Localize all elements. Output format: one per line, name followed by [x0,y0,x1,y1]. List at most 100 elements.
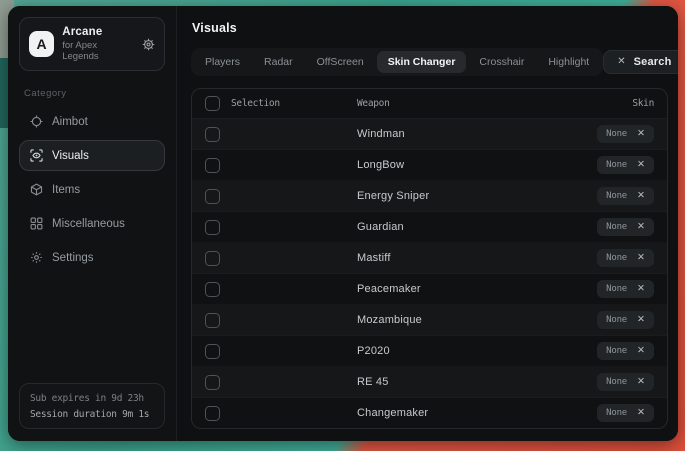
row-checkbox[interactable] [205,251,220,266]
x-icon[interactable]: ✕ [637,315,645,325]
skin-table: Selection Weapon Skin Windman None ✕ Lon… [191,88,668,429]
column-skin: Skin [632,98,654,109]
sidebar-item-visuals[interactable]: Visuals [19,140,165,171]
x-icon[interactable]: ✕ [637,253,645,263]
tab-radar[interactable]: Radar [253,51,304,73]
weapon-name: Changemaker [357,407,597,419]
subscription-card: Sub expires in 9d 23h Session duration 9… [19,383,165,429]
skin-value: None [606,129,627,139]
eye-scan-icon [30,149,43,162]
sidebar-item-label: Miscellaneous [52,218,125,230]
skin-chip[interactable]: None ✕ [597,373,654,391]
row-checkbox[interactable] [205,344,220,359]
weapon-name: LongBow [357,159,597,171]
skin-chip[interactable]: None ✕ [597,280,654,298]
skin-chip[interactable]: None ✕ [597,404,654,422]
tab-players[interactable]: Players [194,51,251,73]
select-all-checkbox[interactable] [205,96,220,111]
row-checkbox[interactable] [205,158,220,173]
skin-chip[interactable]: None ✕ [597,311,654,329]
session-duration-text: Session duration 9m 1s [30,409,154,420]
x-icon[interactable]: ✕ [637,346,645,356]
column-selection: Selection [231,98,280,109]
sidebar: A Arcane for Apex Legends Category [8,6,177,441]
skin-chip[interactable]: None ✕ [597,342,654,360]
row-checkbox[interactable] [205,127,220,142]
sidebar-item-settings[interactable]: Settings [19,242,165,273]
gear-icon [30,251,43,264]
search-button[interactable]: ✕ Search [603,50,678,74]
table-row: Energy Sniper None ✕ [192,181,667,212]
x-icon: ✕ [617,57,625,67]
tab-crosshair[interactable]: Crosshair [468,51,535,73]
skin-chip[interactable]: None ✕ [597,125,654,143]
row-checkbox[interactable] [205,375,220,390]
search-button-label: Search [634,56,672,68]
app-logo: A [29,31,54,57]
weapon-name: Guardian [357,221,597,233]
row-checkbox[interactable] [205,406,220,421]
x-icon[interactable]: ✕ [637,222,645,232]
skin-value: None [606,377,627,387]
table-row: Peacemaker None ✕ [192,274,667,305]
weapon-name: Windman [357,128,597,140]
sidebar-item-items[interactable]: Items [19,174,165,205]
row-checkbox[interactable] [205,313,220,328]
skin-value: None [606,253,627,263]
skin-value: None [606,222,627,232]
main-panel: Visuals Players Radar OffScreen Skin Cha… [177,6,678,441]
row-checkbox[interactable] [205,282,220,297]
x-icon[interactable]: ✕ [637,129,645,139]
weapon-name: RE 45 [357,376,597,388]
sub-expiry-text: Sub expires in 9d 23h [30,393,154,404]
row-checkbox[interactable] [205,220,220,235]
skin-value: None [606,346,627,356]
sidebar-item-label: Items [52,184,80,196]
table-row: Guardian None ✕ [192,212,667,243]
weapon-name: P2020 [357,345,597,357]
weapon-name: Mozambique [357,314,597,326]
tab-skin-changer[interactable]: Skin Changer [377,51,467,73]
skin-value: None [606,191,627,201]
x-icon[interactable]: ✕ [637,377,645,387]
column-weapon: Weapon [357,98,632,109]
table-row: RE 45 None ✕ [192,367,667,398]
sidebar-item-label: Visuals [52,150,89,162]
tabs-row: Players Radar OffScreen Skin Changer Cro… [191,48,668,76]
table-header: Selection Weapon Skin [192,89,667,119]
skin-value: None [606,160,627,170]
category-label: Category [24,88,160,99]
x-icon[interactable]: ✕ [637,284,645,294]
x-icon[interactable]: ✕ [637,408,645,418]
table-row: LongBow None ✕ [192,150,667,181]
sidebar-item-miscellaneous[interactable]: Miscellaneous [19,208,165,239]
sidebar-item-label: Settings [52,252,94,264]
gear-icon[interactable] [142,38,155,51]
weapon-name: Energy Sniper [357,190,597,202]
tab-offscreen[interactable]: OffScreen [306,51,375,73]
brand-text: Arcane for Apex Legends [62,26,134,62]
table-row: Mastiff None ✕ [192,243,667,274]
x-icon[interactable]: ✕ [637,191,645,201]
skin-value: None [606,408,627,418]
page-title: Visuals [192,21,668,35]
table-row: Changemaker None ✕ [192,398,667,428]
brand-card: A Arcane for Apex Legends [19,17,165,71]
skin-chip[interactable]: None ✕ [597,156,654,174]
skin-chip[interactable]: None ✕ [597,218,654,236]
app-window: A Arcane for Apex Legends Category [8,6,678,441]
tab-bar: Players Radar OffScreen Skin Changer Cro… [191,48,603,76]
x-icon[interactable]: ✕ [637,160,645,170]
skin-chip[interactable]: None ✕ [597,249,654,267]
app-subtitle: for Apex Legends [62,40,134,62]
sidebar-item-label: Aimbot [52,116,88,128]
tab-highlight[interactable]: Highlight [537,51,600,73]
table-row: Mozambique None ✕ [192,305,667,336]
row-checkbox[interactable] [205,189,220,204]
skin-chip[interactable]: None ✕ [597,187,654,205]
weapon-name: Peacemaker [357,283,597,295]
crosshair-icon [30,115,43,128]
skin-value: None [606,315,627,325]
weapon-name: Mastiff [357,252,597,264]
sidebar-item-aimbot[interactable]: Aimbot [19,106,165,137]
